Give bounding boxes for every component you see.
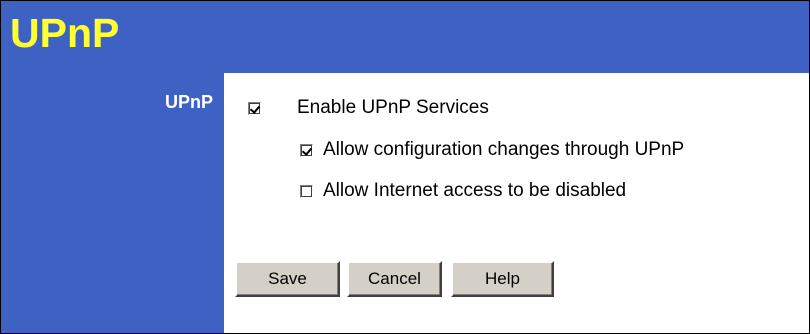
allow-config-changes-label: Allow configuration changes through UPnP [323, 139, 685, 160]
settings-content: Enable UPnP Services Allow configuration… [224, 73, 809, 333]
cancel-button[interactable]: Cancel [347, 261, 442, 297]
allow-internet-disable-checkbox[interactable] [300, 184, 313, 198]
allow-config-changes-option[interactable]: Allow configuration changes through UPnP [300, 139, 684, 161]
enable-upnp-checkbox[interactable] [248, 101, 261, 115]
enable-upnp-option[interactable]: Enable UPnP Services [248, 97, 489, 119]
sidebar: UPnP [1, 73, 224, 333]
upnp-settings-panel: UPnP UPnP Enable UPnP Services Allow con… [0, 0, 810, 334]
allow-config-changes-checkbox[interactable] [300, 143, 313, 157]
section-label: UPnP [164, 92, 213, 112]
save-button[interactable]: Save [235, 261, 340, 297]
enable-upnp-label: Enable UPnP Services [297, 97, 489, 118]
page-header: UPnP [1, 1, 809, 73]
allow-internet-disable-option[interactable]: Allow Internet access to be disabled [300, 180, 626, 202]
help-button[interactable]: Help [451, 261, 554, 297]
allow-internet-disable-label: Allow Internet access to be disabled [323, 180, 627, 201]
page-title: UPnP [10, 10, 120, 56]
